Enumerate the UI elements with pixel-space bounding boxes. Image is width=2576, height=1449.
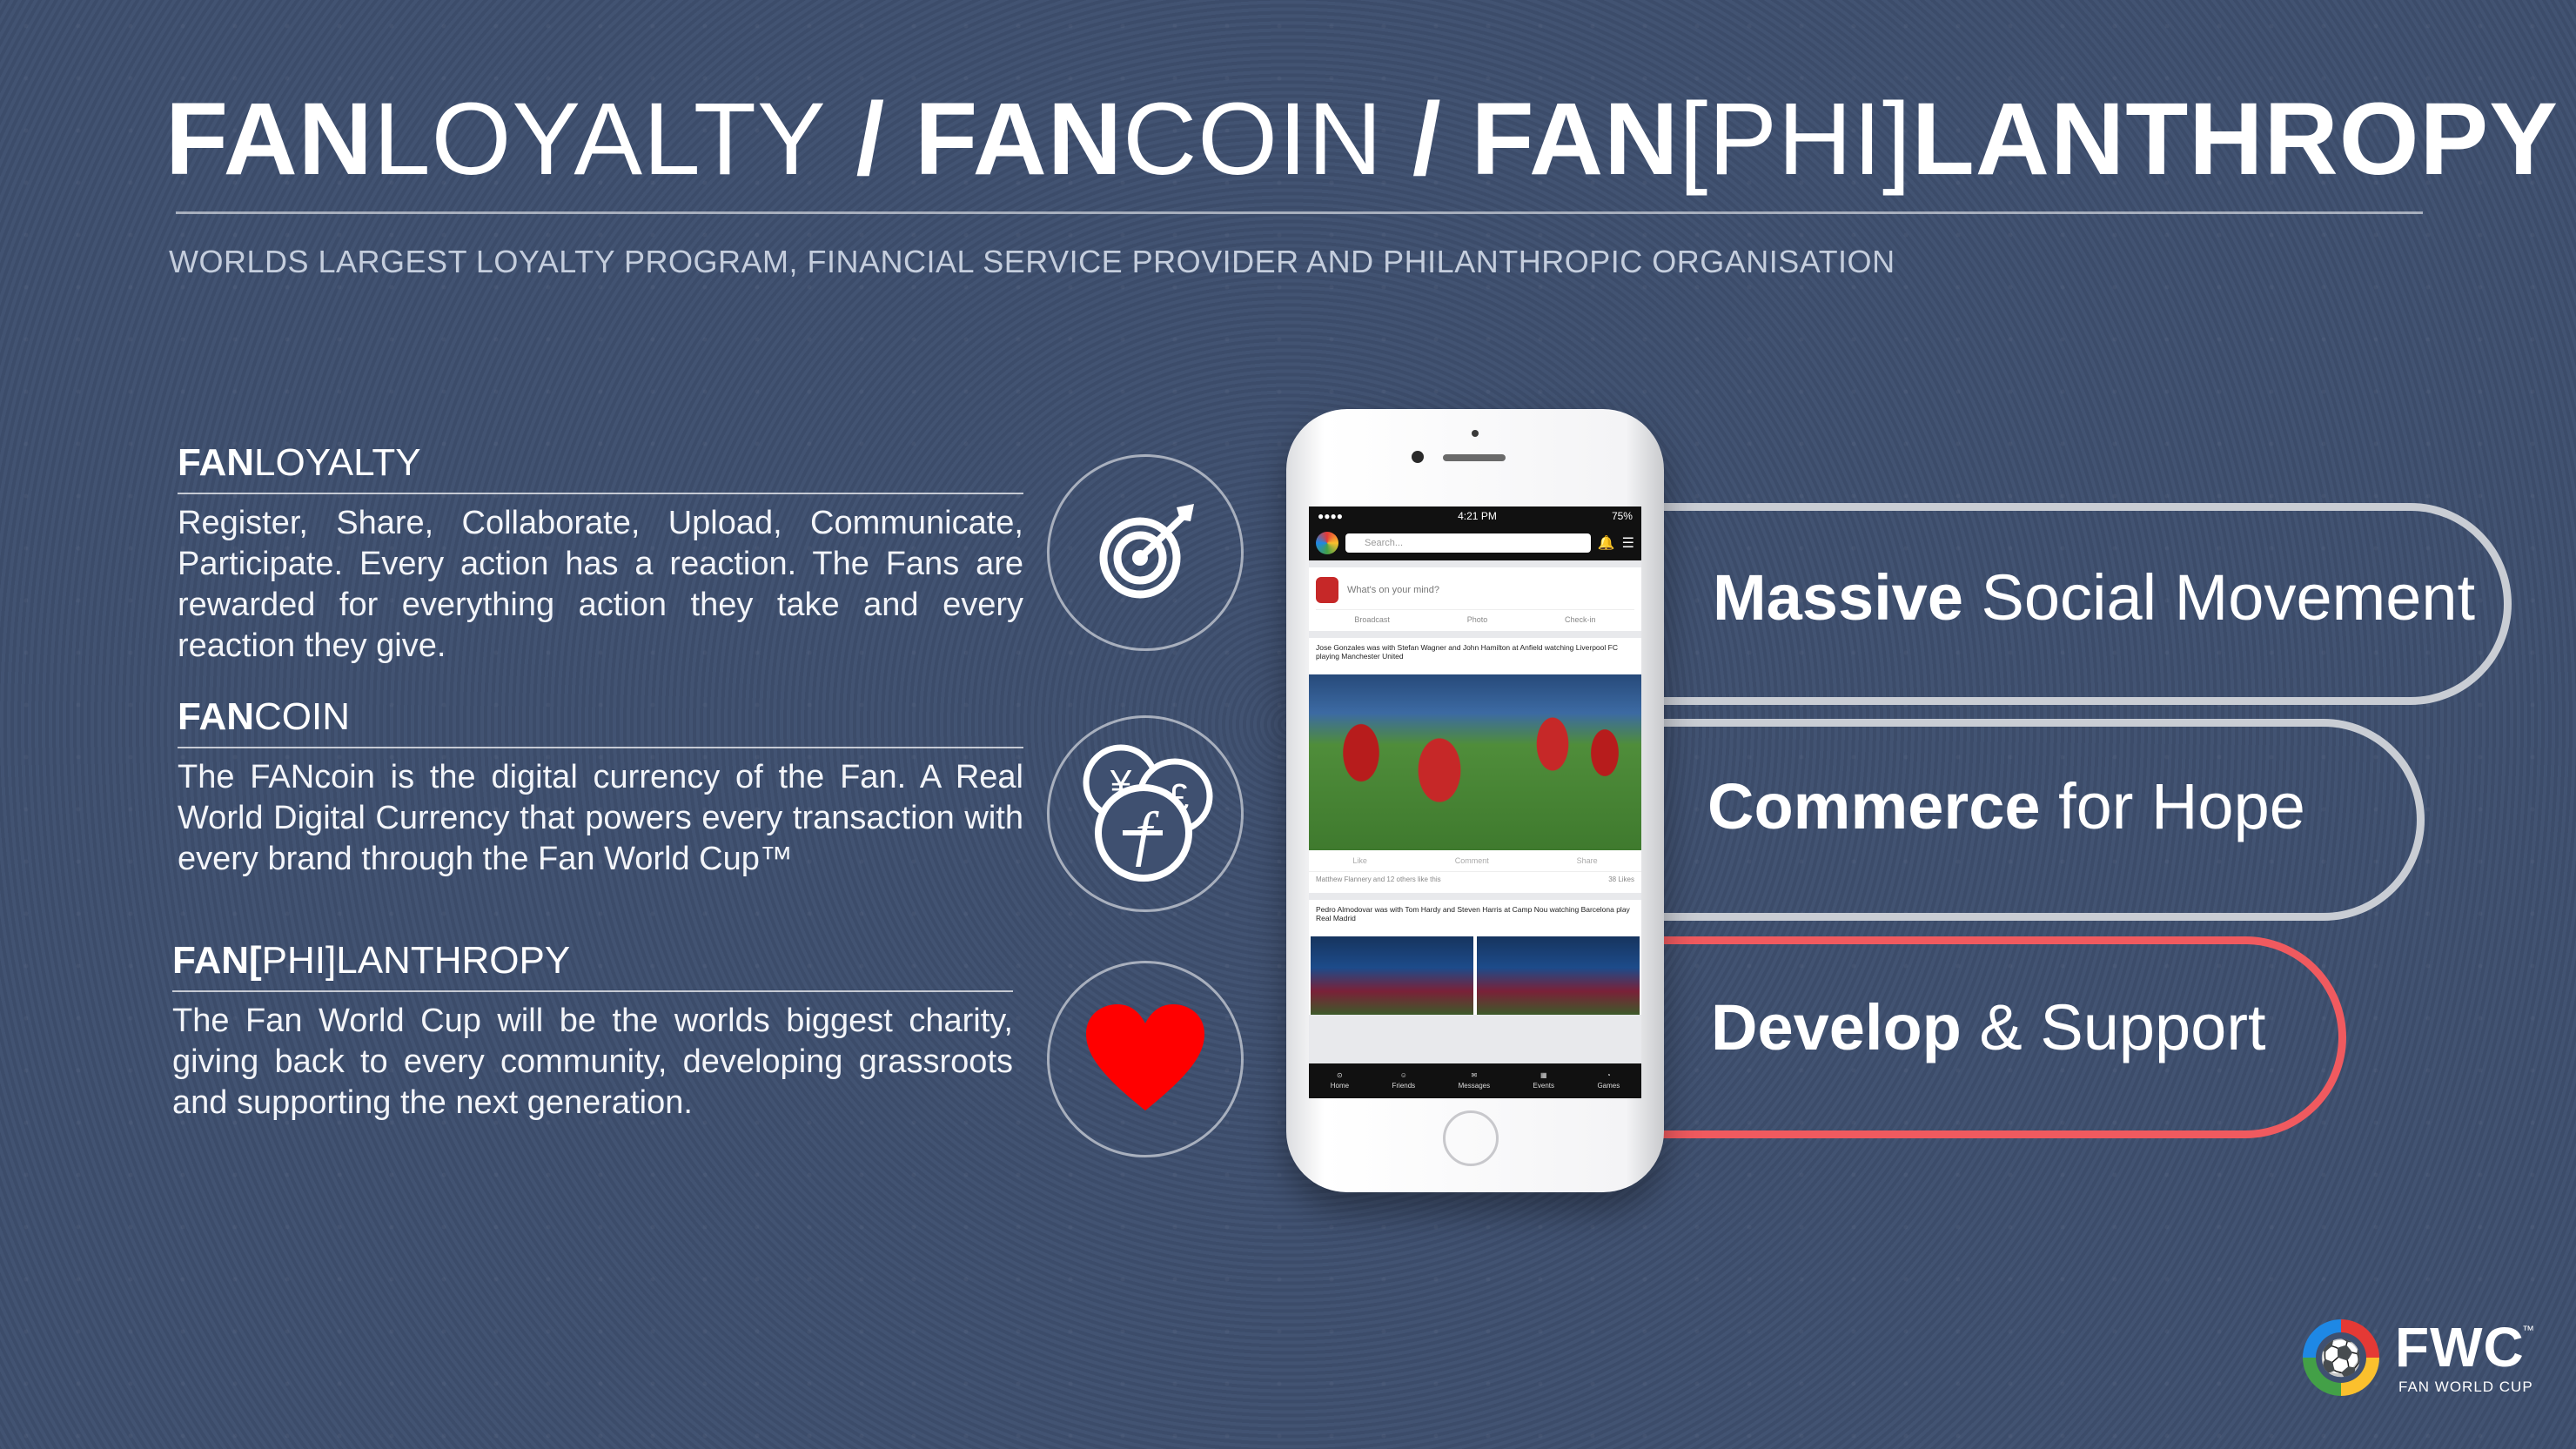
brand-name: FWC (2395, 1316, 2525, 1379)
section-body: The Fan World Cup will be the worlds big… (172, 1003, 1013, 1121)
post-photo[interactable] (1309, 674, 1641, 850)
title-fan-2: FAN (915, 82, 1124, 197)
section-heading: FANCOIN (178, 693, 1023, 741)
phone-sensor (1472, 430, 1479, 437)
section-divider (178, 747, 1023, 748)
post-likes: Matthew Flannery and 12 others like this… (1309, 872, 1641, 893)
bell-icon[interactable]: 🔔 (1598, 534, 1615, 552)
tab-label: Friends (1392, 1082, 1416, 1090)
fwc-ball-logo-icon: ⚽ (2303, 1319, 2379, 1396)
phone-screen: ●●●● 4:21 PM 75% Search... 🔔 ☰ What's on… (1309, 506, 1641, 1098)
like-button[interactable]: Like (1352, 856, 1367, 865)
section-body: Register, Share, Collaborate, Upload, Co… (178, 505, 1023, 664)
heading-bold: FAN[ (172, 939, 262, 982)
section-heading: FANLOYALTY (178, 439, 1023, 487)
check-in-button[interactable]: Check-in (1565, 615, 1596, 624)
heart-icon-circle (1047, 961, 1244, 1157)
section-fancoin: FANCOIN The FANcoin is the digital curre… (178, 693, 1023, 880)
status-bar: ●●●● 4:21 PM 75% (1309, 506, 1641, 526)
soccer-ball-icon: ⚽ (2316, 1332, 2366, 1383)
status-time: 4:21 PM (1458, 510, 1497, 522)
menu-icon[interactable]: ☰ (1622, 534, 1634, 552)
section-divider (172, 990, 1013, 992)
app-header: Search... 🔔 ☰ (1309, 526, 1641, 560)
phone-speaker (1443, 454, 1506, 461)
post-actions: Like Comment Share (1309, 850, 1641, 872)
section-body: The FANcoin is the digital currency of t… (178, 759, 1023, 877)
club-crest-icon (1316, 577, 1338, 603)
pillar-label-bold: Commerce (1707, 770, 2041, 842)
section-fanloyalty: FANLOYALTY Register, Share, Collaborate,… (178, 439, 1023, 667)
title-lanthropy: LANTHROPY (1911, 82, 2559, 197)
post-meta: Pedro Almodovar was with Tom Hardy and S… (1316, 905, 1630, 922)
coins-icon-circle: ¥ £ f (1047, 715, 1244, 912)
heading-bold: FAN (178, 695, 254, 738)
compose-row[interactable]: What's on your mind? (1316, 574, 1634, 606)
brand-tagline: FAN WORLD CUP (2398, 1379, 2533, 1395)
target-icon-circle (1047, 454, 1244, 651)
pillar-label-bold: Develop (1711, 991, 1962, 1063)
tab-home[interactable]: ⊙ Home (1331, 1070, 1349, 1091)
share-button[interactable]: Share (1577, 856, 1598, 865)
coins-icon: ¥ £ f (1083, 744, 1213, 882)
battery-level: 75% (1611, 510, 1633, 522)
section-fanphilanthropy: FAN[PHI]LANTHROPY The Fan World Cup will… (172, 936, 1013, 1124)
page-subtitle: WORLDS LARGEST LOYALTY PROGRAM, FINANCIA… (169, 244, 1895, 279)
phone-mockup: ●●●● 4:21 PM 75% Search... 🔔 ☰ What's on… (1286, 409, 1664, 1192)
tab-label: Messages (1458, 1082, 1491, 1090)
phone-camera (1412, 451, 1424, 463)
likes-count: 38 Likes (1608, 875, 1634, 883)
post-photos (1309, 936, 1641, 1015)
search-input[interactable]: Search... (1345, 533, 1591, 553)
photo-button[interactable]: Photo (1467, 615, 1488, 624)
tab-label: Events (1533, 1082, 1554, 1090)
signal-indicator: ●●●● (1318, 510, 1343, 522)
target-icon (1099, 504, 1194, 599)
brand-trademark: ™ (2522, 1323, 2534, 1337)
compose-box: What's on your mind? Broadcast Photo Che… (1309, 567, 1641, 631)
heading-bold: FAN (178, 441, 254, 484)
section-heading: FAN[PHI]LANTHROPY (172, 936, 1013, 985)
heart-icon (1086, 1004, 1204, 1110)
tab-label: Games (1597, 1082, 1620, 1090)
pillar-label-bold: Massive (1713, 561, 1963, 634)
post-photo[interactable] (1477, 936, 1640, 1015)
title-phi: [PHI] (1679, 82, 1912, 197)
likes-text: Matthew Flannery and 12 others like this (1316, 875, 1441, 883)
page-title: FANLOYALTY / FANCOIN / FAN[PHI]LANTHROPY (165, 78, 2558, 200)
phone-home-button[interactable] (1443, 1110, 1499, 1166)
title-separator-1: / (826, 82, 916, 197)
compose-placeholder[interactable]: What's on your mind? (1347, 585, 1439, 595)
tab-events[interactable]: ▦ Events (1533, 1070, 1554, 1091)
pillar-label-3: Develop & Support (1711, 990, 2266, 1064)
app-logo-icon[interactable] (1316, 532, 1338, 554)
title-loyalty: LOYALTY (373, 82, 827, 197)
pillar-label-light: & Support (1961, 991, 2266, 1063)
post-meta: Jose Gonzales was with Stefan Wagner and… (1316, 643, 1618, 661)
feed-post: Jose Gonzales was with Stefan Wagner and… (1309, 638, 1641, 893)
section-divider (178, 493, 1023, 494)
pillar-label-light: Social Movement (1962, 561, 2476, 634)
compose-actions: Broadcast Photo Check-in (1316, 609, 1634, 624)
tab-games[interactable]: ◔ Games (1597, 1070, 1620, 1091)
heading-light: PHI]LANTHROPY (261, 939, 571, 982)
title-divider (176, 211, 2423, 214)
title-fan-1: FAN (165, 82, 373, 197)
pillar-label-2: Commerce for Hope (1707, 769, 2305, 843)
feed-post: Pedro Almodovar was with Tom Hardy and S… (1309, 900, 1641, 1015)
title-fan-3: FAN (1471, 82, 1680, 197)
broadcast-button[interactable]: Broadcast (1354, 615, 1390, 624)
post-photo[interactable] (1311, 936, 1473, 1015)
tab-friends[interactable]: ☺ Friends (1392, 1070, 1416, 1091)
tab-label: Home (1330, 1082, 1350, 1090)
comment-button[interactable]: Comment (1455, 856, 1489, 865)
pillar-label-light: for Hope (2040, 770, 2305, 842)
pillar-label-1: Massive Social Movement (1713, 560, 2475, 634)
title-coin: COIN (1123, 82, 1384, 197)
heading-light: LOYALTY (254, 441, 421, 484)
title-separator-2: / (1383, 82, 1472, 197)
heading-light: COIN (254, 695, 350, 738)
tab-messages[interactable]: ✉ Messages (1459, 1070, 1490, 1091)
tab-bar: ⊙ Home ☺ Friends ✉ Messages ▦ Events ◔ Games (1309, 1063, 1641, 1098)
